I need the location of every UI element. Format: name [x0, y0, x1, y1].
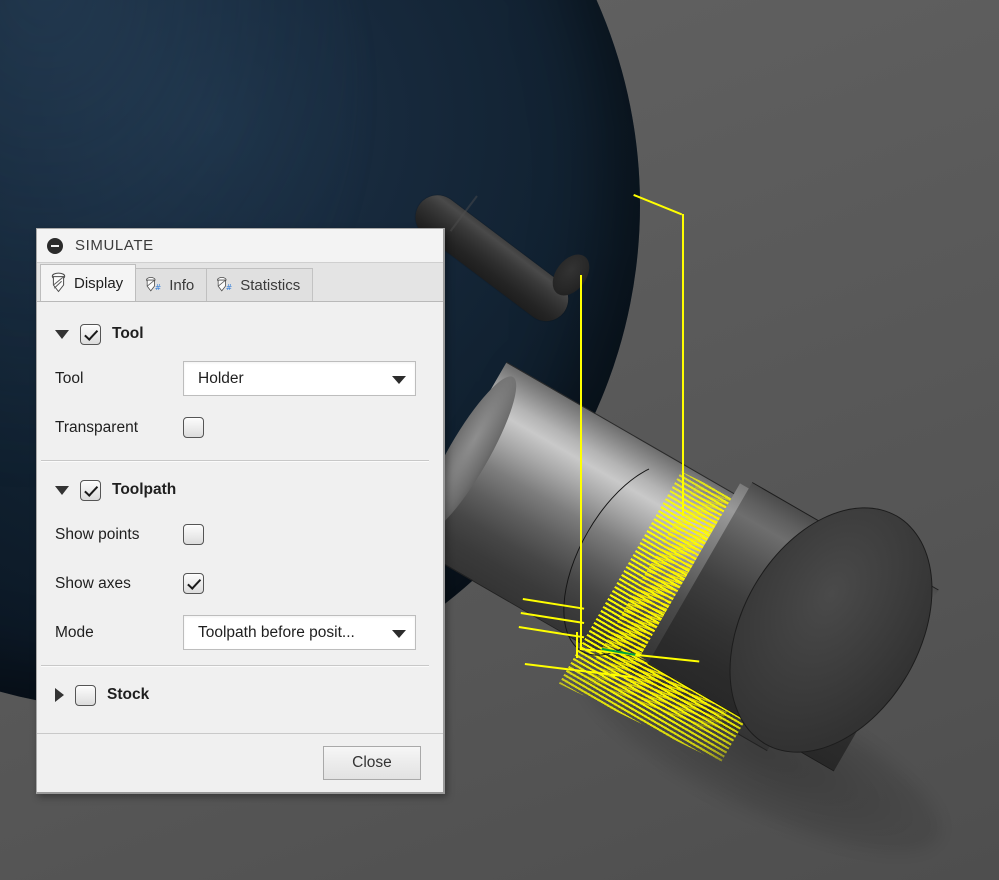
- section-toolpath-checkbox[interactable]: [80, 479, 101, 501]
- svg-text:#: #: [155, 283, 161, 292]
- row-show-points: Show points: [37, 510, 443, 559]
- mode-select-value: Toolpath before posit...: [198, 623, 355, 641]
- show-axes-checkbox[interactable]: [183, 573, 204, 594]
- tab-statistics-label: Statistics: [240, 276, 301, 294]
- section-stock-header: Stock: [37, 675, 443, 715]
- chevron-down-icon[interactable]: [55, 485, 69, 495]
- section-toolpath-label: Toolpath: [112, 481, 177, 498]
- row-show-axes: Show axes: [37, 559, 443, 608]
- section-tool-checkbox[interactable]: [80, 323, 101, 345]
- show-points-checkbox[interactable]: [183, 524, 204, 545]
- tool-select-value: Holder: [198, 369, 244, 387]
- section-divider-2: [41, 665, 429, 667]
- tab-bar-filler: [312, 269, 443, 301]
- chevron-down-icon[interactable]: [55, 329, 69, 339]
- section-tool-header: Tool: [37, 314, 443, 354]
- axis-vertical-stub: [576, 632, 578, 658]
- transparent-checkbox[interactable]: [183, 417, 204, 438]
- tool-hash-icon: #: [146, 277, 161, 292]
- dialog-footer: Close: [37, 733, 443, 792]
- tool-select-dropdown[interactable]: Holder: [183, 361, 416, 396]
- tab-display[interactable]: Display: [40, 264, 137, 301]
- show-axes-label: Show axes: [55, 574, 131, 592]
- rapid-line-vertical-right: [682, 214, 684, 516]
- dialog-body: Tool Tool Holder Transparent Toolpath Sh…: [37, 302, 443, 733]
- transparent-label: Transparent: [55, 418, 138, 436]
- rapid-line-vertical-left: [580, 275, 582, 650]
- row-tool-select: Tool Holder: [37, 354, 443, 403]
- tool-icon: [51, 272, 66, 293]
- section-tool-label: Tool: [112, 325, 144, 342]
- tab-statistics[interactable]: # Statistics: [206, 268, 314, 301]
- section-stock-checkbox[interactable]: [75, 684, 96, 706]
- mode-select-label: Mode: [55, 623, 94, 641]
- tool-select-label: Tool: [55, 369, 84, 387]
- dialog-title-bar: SIMULATE: [37, 229, 443, 263]
- minus-circle-icon[interactable]: [47, 237, 63, 254]
- chevron-down-icon: [392, 375, 406, 384]
- close-button[interactable]: Close: [323, 746, 421, 780]
- dialog-tab-bar: Display # Info # Statistics: [37, 263, 443, 302]
- chevron-down-icon: [392, 629, 406, 638]
- chevron-right-icon[interactable]: [55, 688, 64, 702]
- tab-display-label: Display: [74, 274, 124, 292]
- row-transparent: Transparent: [37, 403, 443, 452]
- row-mode-select: Mode Toolpath before posit...: [37, 608, 443, 657]
- tab-info[interactable]: # Info: [135, 268, 208, 301]
- app-window: SIMULATE Display # Info # Statistics Too…: [0, 0, 999, 880]
- show-points-label: Show points: [55, 525, 140, 543]
- tool-hash-icon: #: [217, 277, 232, 292]
- svg-text:#: #: [226, 283, 232, 292]
- tab-info-label: Info: [169, 276, 195, 294]
- simulate-dialog: SIMULATE Display # Info # Statistics Too…: [36, 228, 445, 794]
- dialog-title: SIMULATE: [75, 237, 154, 254]
- section-toolpath-header: Toolpath: [37, 470, 443, 510]
- mode-select-dropdown[interactable]: Toolpath before posit...: [183, 615, 416, 650]
- section-divider-1: [41, 460, 429, 462]
- section-stock-label: Stock: [107, 686, 150, 703]
